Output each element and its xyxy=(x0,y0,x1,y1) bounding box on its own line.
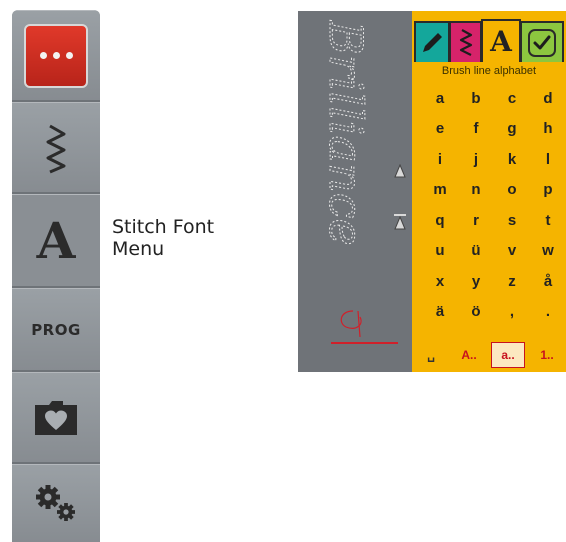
letter-key[interactable]: i xyxy=(422,144,458,174)
letter-key[interactable]: ö xyxy=(458,297,494,327)
letter-a-icon: A xyxy=(490,24,512,58)
tab-alphabet[interactable]: A xyxy=(481,19,521,62)
stitch-preview: Brilliance xyxy=(298,11,412,372)
letter-key[interactable]: u xyxy=(422,236,458,266)
panel-title: Brush line alphabet xyxy=(441,65,537,77)
letter-key[interactable]: m xyxy=(422,175,458,205)
letter-key[interactable]: ä xyxy=(422,297,458,327)
checkmark-icon xyxy=(528,28,556,57)
pencil-icon xyxy=(423,32,442,52)
tab-pencil[interactable] xyxy=(414,21,450,62)
letter-key[interactable]: å xyxy=(530,266,566,296)
letter-key[interactable]: s xyxy=(494,205,530,235)
letter-a-icon: A xyxy=(36,210,76,270)
menu-bar: A PROG xyxy=(12,10,100,542)
alphabet-panel: A Brush line alphabet abcd efgh ijkl mnop qr… xyxy=(412,11,566,372)
tab-zigzag[interactable] xyxy=(449,21,482,62)
mode-bar: ␣ A.. a.. 1.. xyxy=(412,340,566,372)
letter-key[interactable]: k xyxy=(494,144,530,174)
stitch-font-menu-button[interactable]: A xyxy=(12,194,100,288)
letter-key[interactable]: c xyxy=(494,83,530,113)
program-button[interactable]: PROG xyxy=(12,288,100,372)
gears-icon xyxy=(36,484,75,521)
letter-key[interactable]: w xyxy=(530,236,566,266)
letter-key[interactable]: , xyxy=(494,297,530,327)
scroll-up-icon[interactable] xyxy=(394,164,406,178)
callout-label: Stitch Font Menu xyxy=(112,216,215,260)
more-options-button[interactable] xyxy=(12,10,100,102)
space-icon: ␣ xyxy=(427,348,435,362)
stitch-menu-button[interactable] xyxy=(12,102,100,194)
letter-key[interactable]: q xyxy=(422,205,458,235)
letter-key[interactable]: b xyxy=(458,83,494,113)
letter-key[interactable]: f xyxy=(458,114,494,144)
letter-key[interactable]: z xyxy=(494,266,530,296)
folder-heart-icon xyxy=(35,400,77,435)
numbers-mode-button[interactable]: 1.. xyxy=(530,342,564,368)
letter-key[interactable]: n xyxy=(458,175,494,205)
preview-text: Brilliance xyxy=(319,20,373,246)
letter-key[interactable]: ü xyxy=(458,236,494,266)
zigzag-stitch-icon xyxy=(46,124,66,173)
prog-icon: PROG xyxy=(31,320,81,339)
three-dots-icon xyxy=(24,23,88,88)
zigzag-stitch-icon xyxy=(459,28,472,56)
letter-key[interactable]: h xyxy=(530,114,566,144)
letter-key[interactable]: . xyxy=(530,297,566,327)
letter-key[interactable]: y xyxy=(458,266,494,296)
letter-key[interactable]: t xyxy=(530,205,566,235)
space-key[interactable]: ␣ xyxy=(418,342,444,368)
stitch-preview-canvas: Brilliance xyxy=(319,20,398,344)
letter-key[interactable]: a xyxy=(422,83,458,113)
letter-key[interactable]: j xyxy=(458,144,494,174)
letter-key[interactable]: x xyxy=(422,266,458,296)
letter-key[interactable]: d xyxy=(530,83,566,113)
panel-tabs: A xyxy=(412,11,566,63)
letter-key[interactable]: p xyxy=(530,175,566,205)
personal-menu-button[interactable] xyxy=(12,372,100,464)
lowercase-mode-button[interactable]: a.. xyxy=(491,342,525,368)
settings-button[interactable] xyxy=(12,464,100,542)
current-letter-highlight xyxy=(340,310,362,338)
tab-confirm[interactable] xyxy=(520,21,564,62)
step-marker-icon[interactable] xyxy=(393,213,407,231)
sewing-screen: Brilliance A Brush line alphabet a b c d… xyxy=(298,11,566,372)
letter-key[interactable]: l xyxy=(530,144,566,174)
letter-key[interactable]: e xyxy=(422,114,458,144)
letter-key[interactable]: g xyxy=(494,114,530,144)
letter-key[interactable]: v xyxy=(494,236,530,266)
letter-key[interactable]: r xyxy=(458,205,494,235)
letter-key[interactable]: o xyxy=(494,175,530,205)
uppercase-mode-button[interactable]: A.. xyxy=(452,342,486,368)
